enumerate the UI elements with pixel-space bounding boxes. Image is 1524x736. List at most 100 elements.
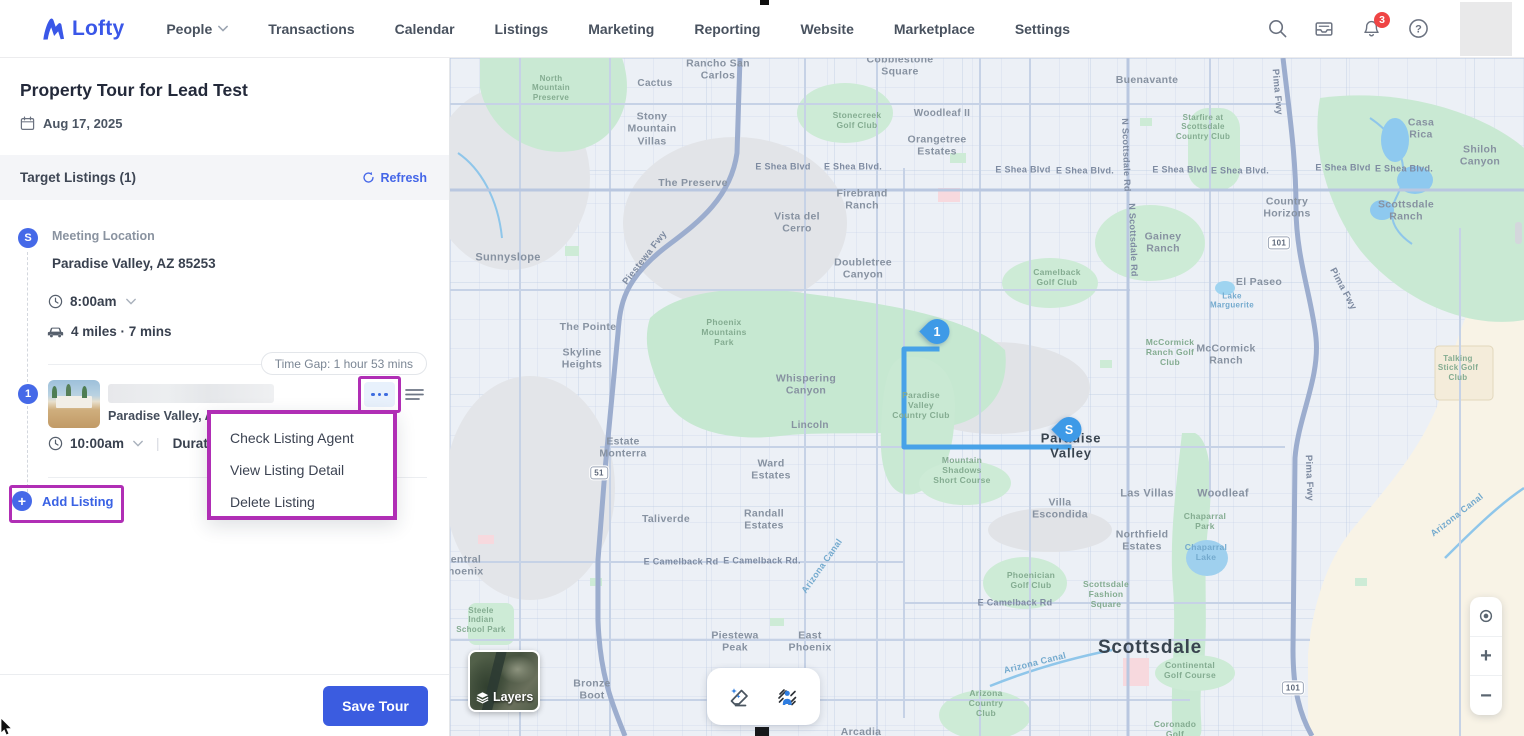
plus-icon: + bbox=[12, 491, 32, 511]
refresh-button[interactable]: Refresh bbox=[362, 171, 427, 185]
meeting-time-row[interactable]: 8:00am bbox=[48, 294, 136, 309]
nav-item-label: Listings bbox=[495, 21, 549, 37]
meeting-address: Paradise Valley, AZ 85253 bbox=[52, 256, 216, 271]
map-label: 101 bbox=[1268, 236, 1290, 249]
lofty-logo-icon bbox=[38, 15, 65, 42]
meeting-time: 8:00am bbox=[70, 294, 117, 309]
nav-items: People Transactions Calendar Listings Market… bbox=[166, 21, 1070, 37]
nav-item-people[interactable]: People bbox=[166, 21, 228, 37]
nav-item-label: Marketplace bbox=[894, 21, 975, 37]
map-label: Arcadia bbox=[841, 726, 882, 736]
nav-item-marketplace[interactable]: Marketplace bbox=[894, 21, 975, 37]
drive-info-row: 4 miles · 7 mins bbox=[47, 324, 172, 339]
nav-item-marketing[interactable]: Marketing bbox=[588, 21, 654, 37]
map-label: Country Horizons bbox=[1263, 196, 1310, 221]
street-view-button[interactable] bbox=[772, 682, 802, 712]
nav-item-reporting[interactable]: Reporting bbox=[694, 21, 760, 37]
map-label: Scottsdale bbox=[1098, 637, 1202, 659]
map-label: Lincoln bbox=[791, 420, 829, 432]
listing-city: Paradise Valley, A bbox=[108, 409, 214, 423]
lofty-logo[interactable]: Lofty bbox=[38, 15, 124, 42]
map-label: Vista del Cerro bbox=[774, 211, 820, 236]
notifications-button[interactable]: 3 bbox=[1360, 18, 1382, 40]
search-button[interactable] bbox=[1266, 18, 1288, 40]
map-label: Shiloh Canyon bbox=[1460, 144, 1500, 169]
notification-badge: 3 bbox=[1374, 12, 1390, 28]
target-listings-bar: Target Listings (1) Refresh bbox=[0, 155, 449, 200]
layers-button[interactable]: Layers bbox=[468, 650, 540, 712]
help-icon: ? bbox=[1408, 18, 1429, 39]
meeting-location-label: Meeting Location bbox=[52, 229, 155, 243]
zoom-out-button[interactable]: − bbox=[1470, 675, 1502, 715]
tour-panel: Property Tour for Lead Test Aug 17, 2025… bbox=[0, 58, 450, 736]
menu-item-delete-listing[interactable]: Delete Listing bbox=[211, 486, 393, 518]
refresh-label: Refresh bbox=[380, 171, 427, 185]
map-label: The Pointe bbox=[560, 321, 617, 333]
map-label: Ward Estates bbox=[751, 458, 790, 483]
map-label: Firebrand Ranch bbox=[836, 188, 887, 213]
map-label: Skyline Heights bbox=[562, 347, 603, 372]
map-label: E Camelback Rd. bbox=[723, 556, 801, 567]
zoom-in-button[interactable]: + bbox=[1470, 636, 1502, 676]
listing-time-row[interactable]: 10:00am | Duratio bbox=[48, 436, 220, 451]
nav-item-label: Calendar bbox=[395, 21, 455, 37]
nav-item-calendar[interactable]: Calendar bbox=[395, 21, 455, 37]
nav-item-transactions[interactable]: Transactions bbox=[268, 21, 354, 37]
connector-line bbox=[27, 252, 28, 382]
lofty-app: Lofty People Transactions Calendar Listings… bbox=[0, 0, 1524, 736]
listing-more-button[interactable] bbox=[364, 382, 395, 407]
map-labels: North Mountain PreserveCactusRancho San … bbox=[450, 58, 1524, 736]
mouse-cursor bbox=[0, 718, 14, 736]
help-button[interactable]: ? bbox=[1407, 18, 1429, 40]
map-label: E Shea Blvd bbox=[755, 162, 810, 173]
map-label: Scottsdale Fashion Square bbox=[1083, 579, 1129, 609]
nav-item-listings[interactable]: Listings bbox=[495, 21, 549, 37]
chevron-down-icon bbox=[133, 440, 143, 447]
map-label: North Mountain Preserve bbox=[532, 74, 570, 102]
locate-icon bbox=[1477, 607, 1495, 625]
save-tour-button[interactable]: Save Tour bbox=[323, 686, 428, 726]
map-label: Steele Indian School Park bbox=[456, 606, 506, 634]
map-label: E Shea Blvd bbox=[995, 165, 1050, 176]
listing-photo[interactable] bbox=[48, 380, 100, 428]
time-gap-pill: Time Gap: 1 hour 53 mins bbox=[261, 352, 427, 375]
map-label: Woodleaf II bbox=[914, 108, 970, 120]
map-label: Casa Rica bbox=[1408, 117, 1434, 142]
tour-date-label: Aug 17, 2025 bbox=[43, 116, 123, 131]
map-label: Lake Marguerite bbox=[1210, 292, 1254, 311]
brand-name: Lofty bbox=[72, 17, 124, 41]
listing-context-menu: Check Listing AgentView Listing DetailDe… bbox=[207, 410, 397, 520]
listing-time: 10:00am bbox=[70, 436, 124, 451]
add-listing-button[interactable]: + Add Listing bbox=[12, 491, 114, 511]
plus-icon: + bbox=[1480, 646, 1492, 666]
map-label: Continental Golf Course bbox=[1164, 660, 1216, 680]
map-edge-artifact bbox=[1515, 222, 1522, 244]
map-label: El Paseo bbox=[1236, 276, 1282, 288]
tour-date[interactable]: Aug 17, 2025 bbox=[20, 116, 123, 131]
nav-item-settings[interactable]: Settings bbox=[1015, 21, 1070, 37]
inbox-icon bbox=[1313, 18, 1335, 40]
map-canvas[interactable]: North Mountain PreserveCactusRancho San … bbox=[450, 58, 1524, 736]
map-label: Phoenix Mountains Park bbox=[701, 317, 746, 347]
map-label: Central Phoenix bbox=[450, 554, 483, 579]
menu-item-view-listing-detail[interactable]: View Listing Detail bbox=[211, 454, 393, 486]
map-label: Coronado Golf bbox=[1154, 719, 1197, 736]
draw-erase-button[interactable] bbox=[725, 682, 755, 712]
inbox-button[interactable] bbox=[1313, 18, 1335, 40]
locate-button[interactable] bbox=[1470, 597, 1502, 636]
map-label: E Shea Blvd bbox=[1152, 165, 1207, 176]
map-label: Stonecreek Golf Club bbox=[833, 110, 882, 130]
avatar[interactable] bbox=[1460, 2, 1512, 56]
target-listings-title: Target Listings (1) bbox=[20, 170, 136, 185]
drag-handle[interactable] bbox=[405, 387, 424, 407]
nav-item-website[interactable]: Website bbox=[800, 21, 853, 37]
map-label: Starfire at Scottsdale Country Club bbox=[1176, 113, 1230, 141]
menu-item-check-listing-agent[interactable]: Check Listing Agent bbox=[211, 422, 393, 454]
map-pin-s[interactable]: S bbox=[1057, 417, 1082, 447]
map-label: Villa Escondida bbox=[1032, 497, 1088, 522]
map-pin-1[interactable]: 1 bbox=[925, 319, 950, 349]
map-label: Mountain Shadows Short Course bbox=[933, 455, 990, 485]
map-label: Arizona Canal bbox=[799, 537, 844, 595]
map-label: N Scottsdale Rd bbox=[1119, 118, 1132, 192]
top-nav: Lofty People Transactions Calendar Listings… bbox=[0, 0, 1524, 58]
